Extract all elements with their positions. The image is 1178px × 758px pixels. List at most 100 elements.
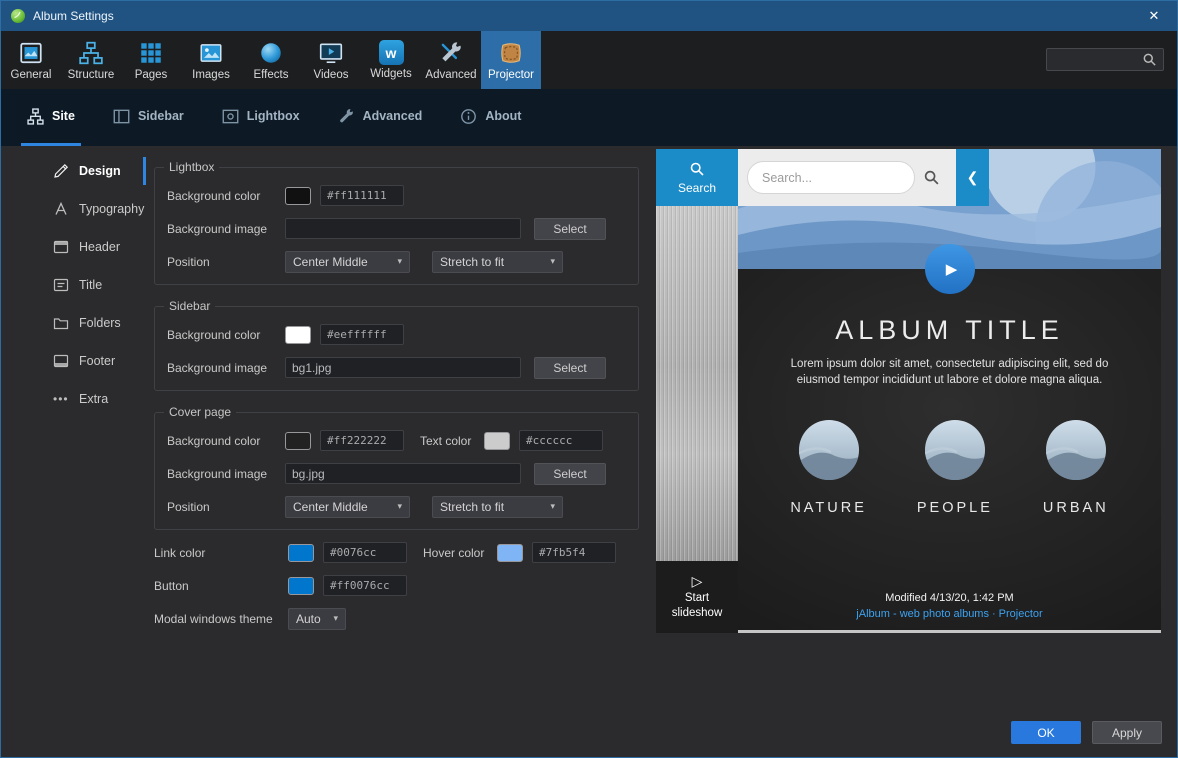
preview-play-button[interactable]: ▶	[925, 244, 975, 294]
structure-icon	[78, 40, 104, 66]
toolbar-item-videos[interactable]: Videos	[301, 31, 361, 89]
button-color-swatch[interactable]	[288, 577, 314, 595]
preview-main: ❮ ▶ ALBUM TITLE Lorem ipsum dolor sit am…	[738, 149, 1161, 633]
cover-stretch-dropdown[interactable]: Stretch to fit▾	[432, 496, 563, 518]
toolbar-item-pages[interactable]: Pages	[121, 31, 181, 89]
sidebar-item-folders[interactable]: Folders	[1, 304, 146, 342]
videos-icon	[318, 40, 344, 66]
sidebar-item-title[interactable]: Title	[1, 266, 146, 304]
toolbar-label: Widgets	[370, 68, 412, 80]
toolbar-item-advanced[interactable]: Advanced	[421, 31, 481, 89]
lightbox-bg-image-row: Background image Select	[167, 212, 626, 245]
lightbox-bg-color-input[interactable]	[320, 185, 404, 206]
preview-search-input[interactable]	[747, 161, 915, 194]
toolbar-item-general[interactable]: General	[1, 31, 61, 89]
lightbox-position-dropdown[interactable]: Center Middle▾	[285, 251, 410, 273]
thumb-image	[1045, 419, 1107, 481]
tab-sidebar[interactable]: Sidebar	[107, 89, 190, 146]
design-icon	[53, 163, 69, 179]
sidebar-bg-image-input[interactable]	[285, 357, 521, 378]
cover-bg-color-input[interactable]	[320, 430, 404, 451]
sidebar-item-footer[interactable]: Footer	[1, 342, 146, 380]
sidebar-bg-color-swatch[interactable]	[285, 326, 311, 344]
header-icon	[53, 239, 69, 255]
lightbox-group: Lightbox Background color Background ima…	[154, 167, 639, 285]
apply-button[interactable]: Apply	[1092, 721, 1162, 744]
toolbar-label: Images	[192, 69, 230, 81]
cover-bg-image-select-button[interactable]: Select	[534, 463, 606, 485]
sidebar-bg-image-row: Background image Select	[167, 351, 626, 384]
preview-projector-link[interactable]: Projector	[999, 608, 1043, 620]
lightbox-icon	[222, 108, 239, 125]
cover-text-color-input[interactable]	[519, 430, 603, 451]
cover-bg-image-row: Background image Select	[167, 457, 626, 490]
lightbox-stretch-dropdown[interactable]: Stretch to fit▾	[432, 251, 563, 273]
wrench-icon	[338, 108, 355, 125]
toolbar-label: General	[11, 69, 52, 81]
toolbar-item-projector[interactable]: Projector	[481, 31, 541, 89]
lightbox-bg-image-input[interactable]	[285, 218, 521, 239]
app-icon	[10, 8, 26, 24]
misc-settings: Link color Hover color Button Modal wind…	[154, 536, 639, 635]
folder-thumb-urban[interactable]: URBAN	[1043, 419, 1109, 516]
folder-thumb-nature[interactable]: NATURE	[790, 419, 867, 516]
tab-about[interactable]: About	[454, 89, 527, 146]
preview-search-button[interactable]: Search	[656, 149, 738, 206]
cover-position-dropdown[interactable]: Center Middle▾	[285, 496, 410, 518]
chevron-down-icon: ▾	[389, 256, 402, 267]
sidebar-item-extra[interactable]: ••• Extra	[1, 380, 146, 418]
tab-site[interactable]: Site	[21, 89, 81, 146]
main-toolbar: General Structure Pages Images Effects V…	[1, 31, 1177, 89]
sidebar-bg-color-input[interactable]	[320, 324, 404, 345]
sidebar-item-design[interactable]: Design	[1, 152, 146, 190]
folder-thumb-people[interactable]: PEOPLE	[917, 419, 993, 516]
group-legend: Cover page	[164, 405, 236, 419]
toolbar-search-input[interactable]	[1047, 53, 1142, 67]
sidebar-bg-image-select-button[interactable]: Select	[534, 357, 606, 379]
search-icon[interactable]	[923, 169, 940, 186]
modal-theme-dropdown[interactable]: Auto▾	[288, 608, 346, 630]
cover-text-color-swatch[interactable]	[484, 432, 510, 450]
link-color-row: Link color Hover color	[154, 536, 639, 569]
toolbar-item-effects[interactable]: Effects	[241, 31, 301, 89]
preview-description: Lorem ipsum dolor sit amet, consectetur …	[774, 357, 1126, 388]
link-color-swatch[interactable]	[288, 544, 314, 562]
toolbar-item-structure[interactable]: Structure	[61, 31, 121, 89]
titlebar: Album Settings ✕	[1, 1, 1177, 31]
lightbox-bg-color-swatch[interactable]	[285, 187, 311, 205]
tab-advanced[interactable]: Advanced	[332, 89, 429, 146]
ok-button[interactable]: OK	[1011, 721, 1081, 744]
preview-collapse-button[interactable]: ❮	[956, 149, 989, 206]
chevron-down-icon: ▾	[325, 613, 338, 624]
typography-icon	[53, 201, 69, 217]
toolbar-search[interactable]	[1046, 48, 1164, 71]
cover-position-row: Position Center Middle▾ Stretch to fit▾	[167, 490, 626, 523]
sidebar-item-header[interactable]: Header	[1, 228, 146, 266]
preview-jalbum-link[interactable]: jAlbum - web photo albums	[856, 608, 989, 620]
thumb-image	[798, 419, 860, 481]
cover-bg-color-swatch[interactable]	[285, 432, 311, 450]
chevron-down-icon: ▾	[389, 501, 402, 512]
toolbar-label: Advanced	[425, 69, 476, 81]
lightbox-position-row: Position Center Middle▾ Stretch to fit▾	[167, 245, 626, 278]
button-color-input[interactable]	[323, 575, 407, 596]
link-color-input[interactable]	[323, 542, 407, 563]
ellipsis-icon: •••	[53, 393, 69, 405]
preview-start-slideshow-button[interactable]: ▷ Start slideshow	[656, 561, 738, 633]
images-icon	[198, 40, 224, 66]
tab-bar: Site Sidebar Lightbox Advanced About	[1, 89, 1177, 146]
lightbox-bg-image-select-button[interactable]: Select	[534, 218, 606, 240]
sidebar-item-typography[interactable]: Typography	[1, 190, 146, 228]
tab-lightbox[interactable]: Lightbox	[216, 89, 306, 146]
group-legend: Lightbox	[164, 160, 219, 174]
close-button[interactable]: ✕	[1131, 1, 1177, 31]
widgets-icon: w	[379, 40, 404, 65]
tools-icon	[438, 40, 464, 66]
info-icon	[460, 108, 477, 125]
toolbar-item-widgets[interactable]: w Widgets	[361, 31, 421, 89]
hover-color-swatch[interactable]	[497, 544, 523, 562]
hover-color-input[interactable]	[532, 542, 616, 563]
sidebar-bg-color-row: Background color	[167, 318, 626, 351]
cover-bg-image-input[interactable]	[285, 463, 521, 484]
toolbar-item-images[interactable]: Images	[181, 31, 241, 89]
